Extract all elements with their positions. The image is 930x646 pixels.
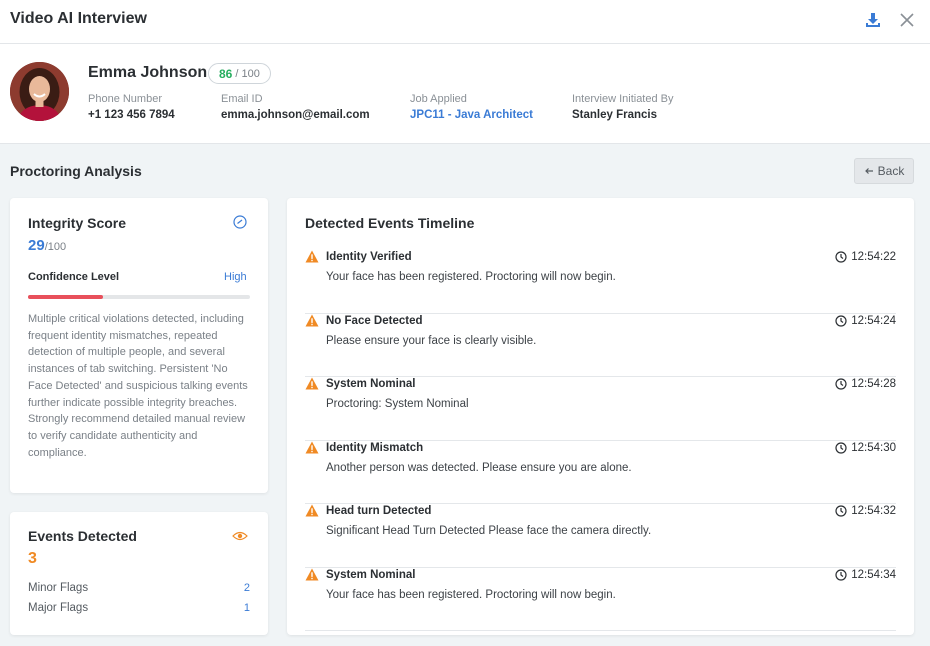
back-button[interactable]: Back: [854, 158, 914, 184]
integrity-score: 29/100: [28, 237, 66, 254]
initiator-value: Stanley Francis: [572, 109, 658, 121]
events-title: Events Detected: [28, 528, 137, 544]
integrity-title: Integrity Score: [28, 215, 127, 231]
job-field: Job Applied JPC11 - Java Architect: [410, 93, 533, 121]
minor-flags-label: Minor Flags: [28, 582, 89, 594]
phone-value: +1 123 456 7894: [88, 109, 175, 121]
event-time: 12:54:32: [835, 505, 896, 517]
eye-icon[interactable]: [232, 529, 248, 543]
timeline-event: Head turn Detected Significant Head Turn…: [305, 504, 896, 568]
candidate-name: Emma Johnson: [88, 64, 208, 81]
event-message: Significant Head Turn Detected Please fa…: [326, 525, 652, 537]
timeline-event: System Nominal Proctoring: System Nomina…: [305, 377, 896, 441]
event-time-value: 12:54:24: [851, 314, 896, 327]
timeline-event: No Face Detected Please ensure your face…: [305, 314, 896, 377]
events-timeline-card: Detected Events Timeline Identity Verifi…: [287, 198, 914, 635]
section-title: Proctoring Analysis: [10, 163, 142, 179]
warning-icon: [305, 314, 319, 326]
close-icon[interactable]: [898, 11, 916, 29]
event-time: 12:54:24: [835, 315, 896, 327]
warning-icon: [305, 250, 319, 263]
minor-flags-row: Minor Flags 2: [28, 582, 250, 594]
candidate-score-value: 86: [219, 66, 233, 81]
timeline-event: System Nominal Your face has been regist…: [305, 568, 896, 631]
email-value: emma.johnson@email.com: [221, 109, 370, 121]
initiator-label: Interview Initiated By: [572, 93, 674, 105]
event-title: Head turn Detected: [326, 505, 432, 517]
event-time: 12:54:34: [835, 569, 896, 581]
event-time: 12:54:22: [835, 251, 896, 263]
event-title: System Nominal: [326, 378, 416, 390]
clock-icon: [835, 568, 847, 581]
event-message: Another person was detected. Please ensu…: [326, 461, 632, 474]
timeline-event: Identity Mismatch Another person was det…: [305, 441, 896, 504]
confidence-bar: [28, 295, 250, 299]
minor-flags-count: 2: [243, 582, 250, 594]
major-flags-count: 1: [243, 602, 250, 614]
avatar: [10, 62, 69, 121]
events-detected-card: Events Detected 3 Minor Flags 2 Major Fl…: [10, 512, 268, 635]
back-button-label: Back: [877, 164, 905, 178]
event-time-value: 12:54:34: [851, 568, 896, 581]
clock-icon: [835, 441, 847, 454]
event-message: Your face has been registered. Proctorin…: [326, 271, 616, 283]
clock-icon: [835, 251, 847, 263]
email-field: Email ID emma.johnson@email.com: [221, 93, 370, 121]
title-bar: Video AI Interview: [0, 0, 930, 44]
clock-icon: [835, 314, 847, 327]
clock-icon: [835, 378, 847, 390]
job-label: Job Applied: [410, 93, 467, 105]
event-title: No Face Detected: [326, 314, 423, 327]
integrity-score-card: Integrity Score 29/100 Confidence Level …: [10, 198, 268, 493]
initiator-field: Interview Initiated By Stanley Francis: [572, 93, 674, 121]
phone-field: Phone Number +1 123 456 7894: [88, 93, 175, 121]
email-label: Email ID: [221, 93, 263, 105]
candidate-header: Emma Johnson 86 / 100 Phone Number +1 12…: [0, 44, 930, 144]
timeline-event: Identity Verified Your face has been reg…: [305, 250, 896, 314]
candidate-score-badge: 86 / 100: [208, 63, 271, 84]
event-title: Identity Verified: [326, 251, 412, 263]
integrity-description: Multiple critical violations detected, i…: [28, 313, 248, 459]
integrity-score-value: 29: [28, 237, 45, 254]
event-message: Your face has been registered. Proctorin…: [326, 588, 616, 601]
event-time-value: 12:54:30: [851, 441, 896, 454]
event-title: System Nominal: [326, 568, 416, 581]
clock-icon: [835, 505, 847, 517]
events-count: 3: [28, 550, 37, 567]
warning-icon: [305, 568, 319, 580]
warning-icon: [305, 441, 319, 453]
event-time: 12:54:30: [835, 442, 896, 454]
confidence-bar-fill: [28, 295, 104, 299]
window-title: Video AI Interview: [10, 10, 147, 27]
download-icon[interactable]: [864, 11, 882, 29]
event-title: Identity Mismatch: [326, 441, 424, 454]
confidence-label: Confidence Level: [28, 271, 120, 283]
arrow-left-icon: [864, 168, 873, 174]
event-time-value: 12:54:32: [851, 505, 896, 517]
confidence-value: High: [224, 271, 247, 283]
warning-icon: [305, 377, 319, 390]
integrity-score-max: /100: [44, 241, 67, 253]
gauge-icon: [233, 215, 247, 229]
major-flags-label: Major Flags: [28, 602, 89, 614]
timeline-title: Detected Events Timeline: [305, 215, 475, 231]
job-link[interactable]: JPC11 - Java Architect: [410, 109, 533, 121]
event-message: Please ensure your face is clearly visib…: [326, 334, 537, 347]
warning-icon: [305, 504, 319, 517]
candidate-score-max: / 100: [235, 67, 260, 80]
event-time-value: 12:54:28: [851, 378, 896, 390]
major-flags-row: Major Flags 1: [28, 602, 250, 614]
phone-label: Phone Number: [88, 93, 162, 105]
event-time: 12:54:28: [835, 378, 896, 390]
event-message: Proctoring: System Nominal: [326, 398, 469, 410]
event-time-value: 12:54:22: [851, 251, 896, 263]
